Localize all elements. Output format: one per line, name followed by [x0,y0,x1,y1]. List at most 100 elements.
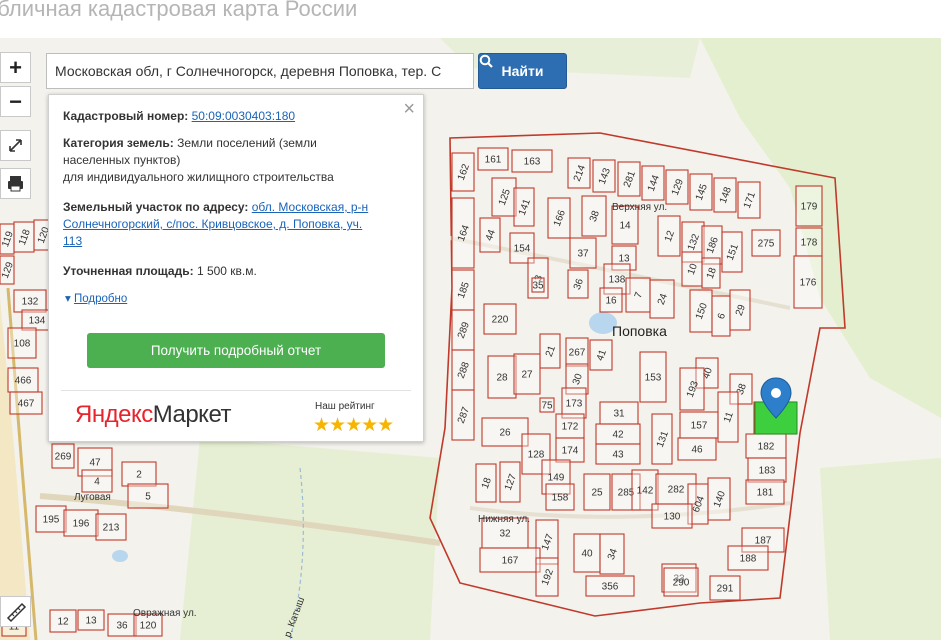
search-input[interactable]: Московская обл, г Солнечногорск, деревня… [46,53,474,89]
plot-number: 183 [759,466,776,477]
plot-number: 42 [612,430,624,441]
zoom-out-button[interactable]: − [0,86,31,117]
plot-number: 173 [566,399,583,410]
plot-number: 181 [757,488,774,499]
print-button[interactable] [0,168,31,199]
plot-number: 46 [691,445,703,456]
address-link[interactable]: Солнечногорский, с/пос. Кривцовское, д. … [63,217,362,231]
plot-number: 163 [524,157,541,168]
plot-number: 195 [43,515,60,526]
page-title: убличная кадастровая карта России [0,0,358,21]
plot-number: 157 [691,421,708,432]
plot-number: 4 [94,477,100,488]
zoom-in-button[interactable]: + [0,52,31,83]
street-label: Нижняя ул. [478,514,530,525]
plot-number: 267 [569,348,586,359]
plot-number: 130 [664,512,681,523]
plot-number: 187 [755,536,772,547]
plot-number: 467 [18,399,35,410]
plot-number: 290 [673,578,690,589]
ruler-button[interactable] [0,596,31,627]
plot-number: 138 [609,275,626,286]
plot-number: 2 [136,470,142,481]
village-label: Поповка [612,323,667,339]
fullscreen-button[interactable] [0,130,31,161]
plot-number: 13 [85,616,97,627]
plot-number: 134 [29,316,46,327]
details-link[interactable]: ▾ Подробно [65,291,127,305]
get-report-button[interactable]: Получить подробный отчет [87,333,385,368]
plot-number: 178 [801,238,818,249]
category-row: Категория земель: Земли поселений (земли… [63,136,334,184]
cadastral-map[interactable]: 161 163 214 143 281 144 129 145 148 171 179 162 125 1… [0,38,941,640]
rating-stars: ★★★★★ [313,415,394,436]
plot-number: 27 [521,370,533,381]
address-link[interactable]: обл. Московская, р-н [252,200,368,214]
plot-number: 37 [577,249,589,260]
plot-number: 158 [552,493,569,504]
plot-number: 75 [541,401,553,412]
plot-number: 142 [637,486,654,497]
chevron-down-icon: ▾ [65,293,71,305]
plot-number: 13 [618,254,630,265]
plot-number: 120 [140,621,157,632]
plot-number: 28 [496,373,508,384]
plot-number: 149 [548,473,565,484]
plot-number: 40 [581,549,593,560]
ruler-icon [6,602,27,623]
plot-number: 31 [613,409,625,420]
plot-number: 43 [612,450,624,461]
plot-number: 5 [145,492,151,503]
plot-number: 269 [55,452,72,463]
plot-number: 182 [758,442,775,453]
plot-number: 220 [492,315,509,326]
plot-number: 12 [57,617,69,628]
plot-number: 282 [668,485,685,496]
street-label: Луговая [74,492,111,503]
plot-number: 275 [758,239,775,250]
plot-info-popup: × Кадастровый номер: 50:09:0030403:180 К… [48,94,424,442]
plot-number: 466 [15,376,32,387]
plot-number: 47 [89,458,101,469]
plot-number: 167 [502,556,519,567]
divider [61,390,411,391]
area-row: Уточненная площадь: 1 500 кв.м. [63,264,257,278]
fullscreen-icon [9,139,22,152]
plot-number: 132 [22,297,39,308]
plot-number: 176 [800,278,817,289]
close-icon[interactable]: × [403,99,415,119]
plot-number: 179 [801,202,818,213]
rating-label: Наш рейтинг [315,401,375,412]
address-link[interactable]: 113 [63,234,82,248]
plot-number: 213 [103,523,120,534]
plot-number: 196 [73,519,90,530]
plot-number: 26 [499,428,511,439]
plot-number: 174 [562,446,579,457]
plot-number: 16 [605,296,617,307]
plot-number: 154 [514,244,531,255]
plot-number: 128 [528,450,545,461]
address-row: Земельный участок по адресу: обл. Москов… [63,200,369,248]
plot-number: 161 [485,155,502,166]
plot-number: 35 [532,281,544,292]
street-label: Овражная ул. [133,608,197,619]
yandex-market-logo[interactable]: ЯндексМаркет [75,401,232,429]
green-area [820,458,941,640]
street-label: Верхняя ул. [612,202,667,213]
search-button[interactable]: Найти [478,53,567,89]
plot-number: 172 [562,422,579,433]
plot-number: 32 [499,529,511,540]
pond [112,550,128,562]
plot-number: 291 [717,584,734,595]
plot-number: 356 [602,582,619,593]
cadastral-number-link[interactable]: 50:09:0030403:180 [192,109,295,123]
plot-number: 36 [116,621,128,632]
plot-number: 108 [14,339,31,350]
plot-number: 188 [740,554,757,565]
plot-number: 25 [591,488,603,499]
print-icon [8,176,23,192]
search-icon [479,54,493,68]
plot-number: 153 [645,373,662,384]
plot-number: 14 [619,221,631,232]
cadastral-row: Кадастровый номер: 50:09:0030403:180 [63,109,296,123]
